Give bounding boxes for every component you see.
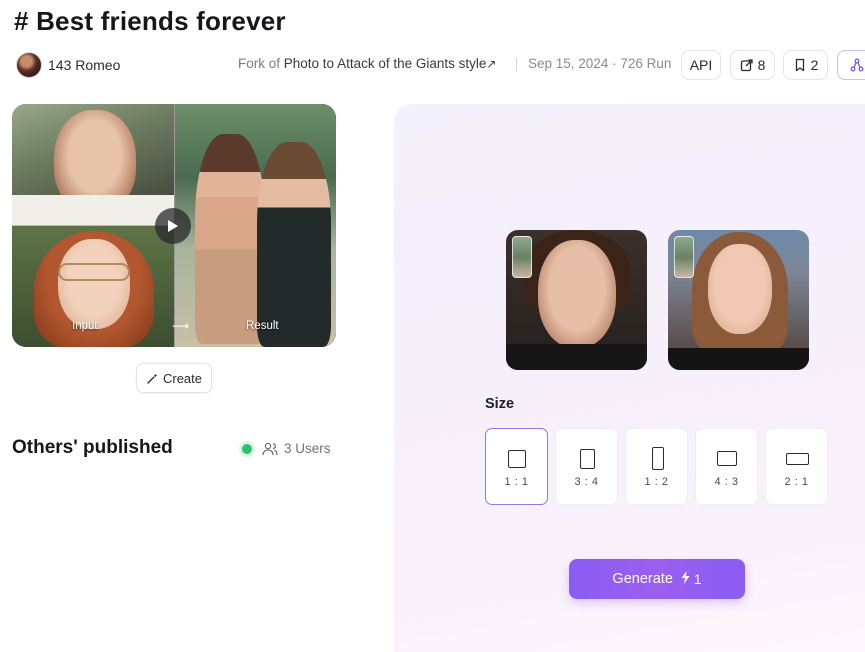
size-ratio-label: 2 : 1 [784,476,809,488]
size-option-2-1[interactable]: 2 : 1 [765,428,828,505]
meta-row: 143 Romeo Fork of Photo to Attack of the… [0,50,865,80]
generate-button[interactable]: Generate 1 [569,559,745,599]
square-ratio-icon [508,450,526,468]
generate-cost: 1 [681,571,702,587]
api-button[interactable]: API [681,50,721,80]
meta-divider [516,58,517,72]
generate-cost-value: 1 [693,571,702,587]
size-ratio-label: 1 : 1 [504,476,529,488]
users-icon [262,442,278,455]
preview-card[interactable]: Input ⟶ Result [12,104,336,347]
author-avatar [16,52,42,78]
users-count: 3 Users [242,441,331,456]
magic-wand-icon [147,373,158,384]
size-ratio-label: 1 : 2 [644,476,669,488]
input-label: Input [72,320,98,332]
result-label: Result [246,320,279,332]
reference-thumbnail [674,236,694,278]
result-photo [175,104,336,347]
author-link[interactable]: 143 Romeo [16,52,120,78]
preview-divider-horizontal [12,225,174,226]
workflow-button[interactable] [837,50,865,80]
api-label: API [689,57,713,73]
size-option-3-4[interactable]: 3 : 4 [555,428,618,505]
fork-source-title: Photo to Attack of the Giants style [283,56,487,71]
size-option-1-1[interactable]: 1 : 1 [485,428,548,505]
workflow-icon [850,58,864,72]
bookmark-icon [795,58,804,72]
share-count: 8 [757,57,766,73]
play-icon [168,220,178,232]
share-icon [740,59,753,72]
external-link-icon: ↗ [486,57,497,71]
create-button[interactable]: Create [136,363,212,393]
bookmark-count: 2 [810,57,819,73]
size-heading: Size [485,396,515,412]
fork-info: Fork of Photo to Attack of the Giants st… [238,56,496,71]
online-status-icon [242,443,252,454]
tall-ratio-icon [652,447,664,470]
size-ratio-label: 3 : 4 [574,476,599,488]
reference-thumbnail [512,236,532,278]
wide-ratio-icon [786,453,809,465]
fork-source-link[interactable]: Photo to Attack of the Giants style↗ [284,56,497,71]
share-button[interactable]: 8 [730,50,775,80]
upload-face-1[interactable] [506,230,647,370]
generate-label: Generate [612,571,673,587]
size-option-4-3[interactable]: 4 : 3 [695,428,758,505]
others-published-heading: Others' published [12,437,173,458]
author-name: 143 Romeo [48,57,121,73]
users-label: 3 Users [284,441,331,456]
create-label: Create [162,370,203,386]
fork-prefix: Fork of [238,56,281,71]
arrow-icon: ⟶ [172,319,190,333]
date-and-run-count: Sep 15, 2024 · 726 Run [528,56,672,71]
size-option-1-2[interactable]: 1 : 2 [625,428,688,505]
portrait-ratio-icon [580,449,595,469]
play-button[interactable] [155,208,191,244]
page-title: # Best friends forever [14,6,286,36]
lightning-icon [681,571,690,584]
landscape-ratio-icon [717,451,737,466]
upload-face-2[interactable] [668,230,809,370]
input-photo-top [12,104,174,225]
bookmark-button[interactable]: 2 [783,50,828,80]
size-ratio-label: 4 : 3 [714,476,739,488]
